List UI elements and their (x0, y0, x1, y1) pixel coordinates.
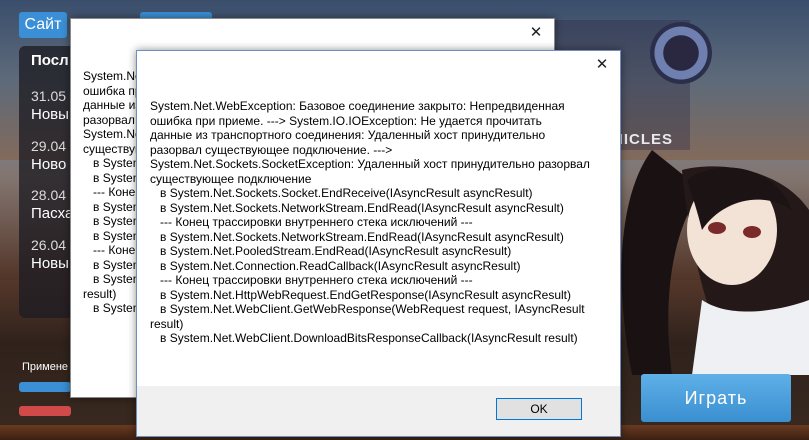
dialog-footer: OK (137, 386, 620, 436)
error-message-line: разорвал существующее подключение. ---> (150, 142, 393, 157)
error-message-line: в System.Net.Sockets.Socket.EndReceive(I… (150, 186, 533, 200)
progress-bar-secondary (19, 406, 71, 416)
error-message-line: в System.Net.HttpWebRequest.EndGetRespon… (93, 257, 136, 272)
error-message-line: в System.Net.WebClient.GetWebResponse(We… (150, 302, 585, 316)
character-illustration (621, 150, 809, 375)
error-message-line: в System.Net.Connection.ReadCallback(IAs… (93, 228, 136, 243)
error-message-line: System.Net.WebException: Базовое соедине… (150, 99, 565, 113)
news-date: 31.05 (31, 88, 67, 104)
news-item[interactable]: 26.04 Новы (31, 237, 69, 272)
error-message-line: данные из транспортного соединения: Удал… (83, 98, 136, 112)
error-message-line: разорвал существующее подключение. ---> (83, 112, 135, 127)
news-item[interactable]: 29.04 Ново (31, 138, 66, 173)
error-message-line: в System.Net.HttpWebRequest.EndGetRespon… (150, 287, 571, 302)
news-title: Новы (31, 106, 69, 123)
news-heading: Посл (31, 52, 69, 69)
error-message-line: в System.Net.PooledStream.EndRead(IAsync… (150, 244, 512, 258)
apply-status-label: Примене (22, 361, 69, 373)
logo-subtitle: NICLES (612, 131, 674, 148)
error-message-line: в System.Net.Sockets.NetworkStream.EndRe… (93, 170, 136, 185)
error-message-line: в System.Net.Sockets.NetworkStream.EndRe… (150, 229, 564, 244)
gear-icon (650, 22, 712, 84)
news-date: 26.04 (31, 237, 67, 253)
error-message-line: в System.Net.Connection.ReadCallback(IAs… (150, 258, 521, 273)
site-button[interactable]: Сайт (19, 12, 67, 38)
error-message-line: в System.Net.WebClient.DownloadBitsRespo… (93, 301, 136, 315)
error-message-line: --- Конец трассировки внутреннего стека … (150, 215, 473, 229)
error-message-line: данные из транспортного соединения: Удал… (150, 128, 546, 142)
progress-fill-secondary (19, 406, 71, 416)
news-date: 28.04 (31, 187, 67, 203)
error-message-line: System.Net.WebException: Базовое соедине… (83, 69, 136, 83)
error-message-line: существующее подключение (83, 141, 136, 156)
error-message-line: в System.Net.WebClient.DownloadBitsRespo… (150, 331, 578, 345)
error-message-line: в System.Net.Sockets.NetworkStream.EndRe… (93, 199, 136, 214)
news-date: 29.04 (31, 138, 67, 154)
close-icon[interactable]: ✕ (522, 21, 550, 43)
error-message-line: в System.Net.WebClient.GetWebResponse(We… (93, 272, 136, 286)
error-message-line: result) (83, 286, 117, 301)
error-message-line: System.Net.Sockets.SocketException: Удал… (150, 157, 590, 171)
error-message-line: --- Конец трассировки внутреннего стека … (93, 185, 136, 199)
error-message-line: result) (150, 316, 184, 331)
news-item[interactable]: 28.04 Пасха (31, 187, 73, 222)
error-dialog: ✕ System.Net.WebException: Базовое соеди… (136, 50, 621, 437)
news-title: Пасха (31, 205, 74, 222)
error-message-line: существующее подключение (150, 171, 312, 186)
error-message-text: System.Net.WebException: Базовое соедине… (83, 69, 136, 316)
error-message-line: ошибка при приеме. ---> System.IO.IOExce… (150, 113, 542, 128)
error-message-line: в System.Net.PooledStream.EndRead(IAsync… (93, 214, 136, 228)
ok-button[interactable]: OK (496, 398, 582, 420)
progress-bar-primary (19, 382, 71, 392)
error-message-line: --- Конец трассировки внутреннего стека … (150, 273, 473, 287)
progress-fill-primary (19, 382, 71, 392)
close-icon[interactable]: ✕ (588, 53, 616, 75)
play-button[interactable]: Играть (641, 374, 791, 422)
error-message-line: ошибка при приеме. ---> System.IO.IOExce… (83, 83, 136, 98)
error-message-text: System.Net.WebException: Базовое соедине… (150, 99, 590, 346)
error-message-line: в System.Net.Sockets.Socket.EndReceive(I… (93, 156, 136, 170)
news-panel: Посл 31.05 Новы 29.04 Ново 28.04 Пасха 2… (19, 46, 74, 318)
news-title: Новы (31, 255, 69, 272)
error-message-line: System.Net.Sockets.SocketException: Удал… (83, 127, 136, 141)
news-item[interactable]: 31.05 Новы (31, 88, 69, 123)
error-message-line: --- Конец трассировки внутреннего стека … (93, 243, 136, 257)
news-title: Ново (31, 156, 67, 173)
error-message-line: в System.Net.Sockets.NetworkStream.EndRe… (150, 200, 564, 215)
